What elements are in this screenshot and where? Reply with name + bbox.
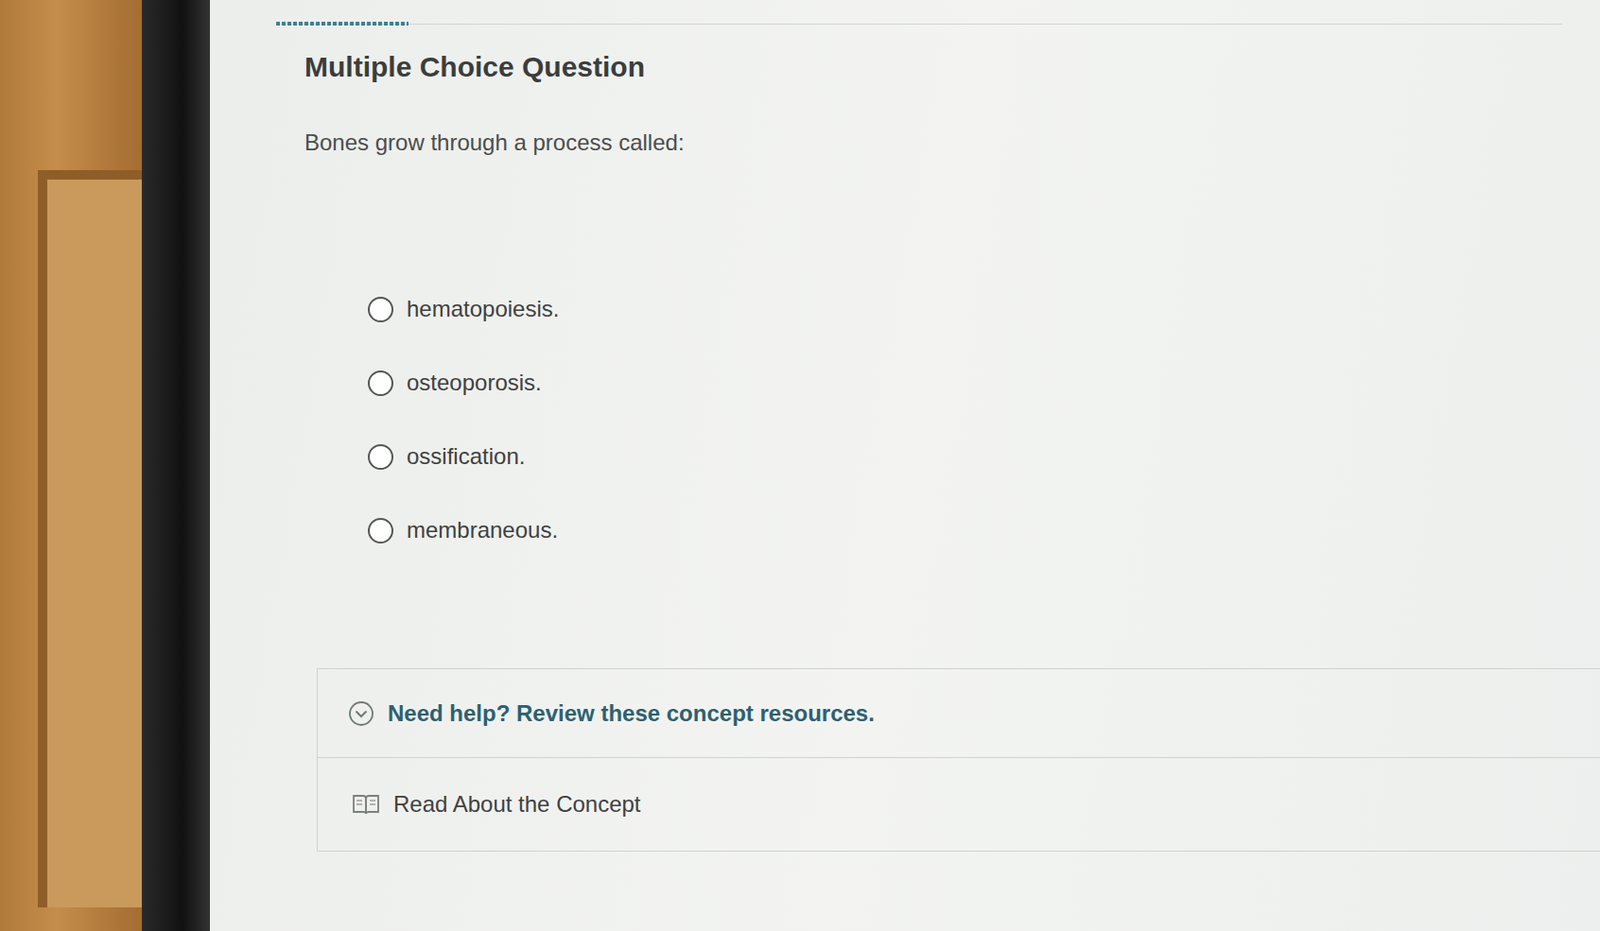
- option-list: hematopoiesis. osteoporosis. ossification.…: [367, 292, 1600, 548]
- radio-button[interactable]: [367, 444, 394, 470]
- scene: Multiple Choice Question Bones grow throu…: [0, 0, 1600, 931]
- door-panel: [37, 170, 142, 908]
- door: [0, 0, 142, 931]
- help-toggle[interactable]: Need help? Review these concept resource…: [317, 669, 1600, 759]
- progress-accent: [276, 21, 409, 26]
- option-label[interactable]: membraneous.: [406, 513, 558, 548]
- option-label[interactable]: hematopoiesis.: [406, 292, 559, 327]
- help-panel: Need help? Review these concept resource…: [316, 668, 1600, 853]
- option-label[interactable]: ossification.: [406, 439, 525, 474]
- question-heading: Multiple Choice Question: [304, 45, 1600, 88]
- answer-option[interactable]: membraneous.: [367, 513, 1600, 548]
- monitor-bezel: [141, 0, 210, 931]
- answer-option[interactable]: ossification.: [367, 439, 1600, 474]
- resource-label[interactable]: Read About the Concept: [393, 787, 642, 822]
- question-page: Multiple Choice Question Bones grow throu…: [209, 0, 1600, 931]
- answer-option[interactable]: hematopoiesis.: [367, 292, 1600, 327]
- chevron-down-icon[interactable]: [347, 700, 375, 728]
- radio-button[interactable]: [367, 370, 394, 397]
- help-label[interactable]: Need help? Review these concept resource…: [387, 696, 875, 731]
- option-label[interactable]: osteoporosis.: [406, 365, 542, 400]
- radio-button[interactable]: [367, 296, 394, 323]
- question-text: Bones grow through a process called:: [304, 125, 1600, 160]
- book-icon: [351, 792, 381, 818]
- resource-link[interactable]: Read About the Concept: [317, 758, 1600, 852]
- top-rule: [276, 0, 1563, 25]
- answer-option[interactable]: osteoporosis.: [367, 365, 1600, 400]
- radio-button[interactable]: [367, 518, 394, 544]
